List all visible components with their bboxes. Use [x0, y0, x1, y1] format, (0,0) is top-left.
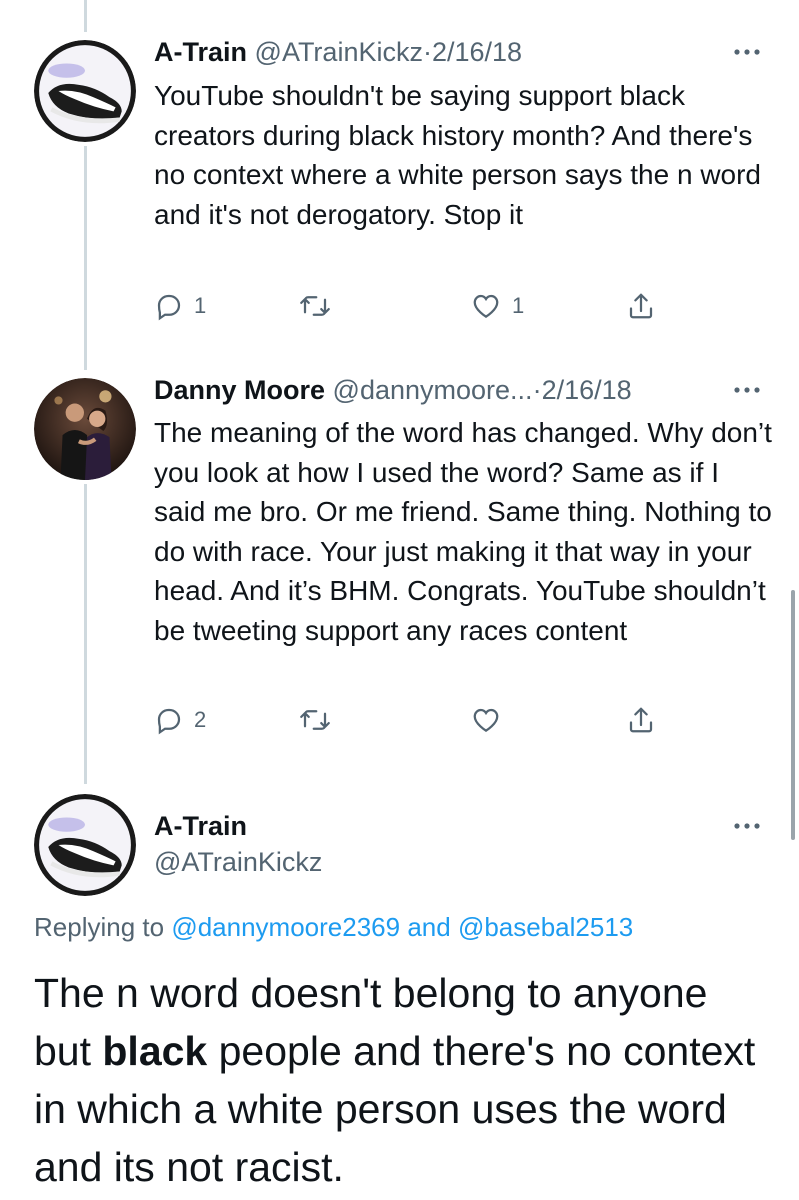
reply-button[interactable]: 2: [154, 700, 206, 740]
focused-name[interactable]: A-Train: [154, 810, 247, 842]
sneaker-icon: [34, 40, 136, 142]
tweet-header: Danny Moore @dannymoore...·2/16/18: [154, 374, 632, 406]
replying-to: Replying to @dannymoore2369 and @basebal…: [34, 912, 633, 943]
like-button[interactable]: 1: [470, 286, 524, 326]
handle[interactable]: @ATrainKickz: [154, 847, 322, 877]
like-icon: [473, 294, 499, 318]
tweet-date[interactable]: 2/16/18: [432, 37, 522, 67]
focused-tweet-text: The n word doesn't belong to anyone but …: [34, 964, 774, 1196]
scrollbar[interactable]: [791, 590, 795, 840]
avatar[interactable]: [34, 378, 136, 480]
separator: ·: [422, 37, 432, 67]
like-count: 1: [512, 293, 525, 318]
more-icon[interactable]: [733, 822, 761, 830]
thread-line-2: [84, 484, 87, 784]
reply-icon: [157, 708, 181, 735]
tweet-date[interactable]: 2/16/18: [542, 375, 632, 405]
like-button[interactable]: [470, 700, 512, 740]
couple-photo-icon: [34, 378, 136, 480]
reply-icon: [157, 294, 181, 321]
reply-button[interactable]: 1: [154, 286, 206, 326]
reply-to-link-1[interactable]: @dannymoore2369: [171, 912, 400, 942]
thread-line-1: [84, 146, 87, 370]
like-icon: [473, 708, 499, 732]
reply-joiner: and: [407, 912, 451, 942]
sneaker-icon: [34, 794, 136, 896]
replying-prefix: Replying to: [34, 912, 165, 942]
more-icon[interactable]: [733, 386, 761, 394]
share-icon: [629, 707, 653, 733]
tweet-actions: 2: [154, 700, 674, 740]
share-button[interactable]: [626, 700, 656, 740]
tweet-text: The meaning of the word has changed. Why…: [154, 417, 772, 646]
reply-to-link-2[interactable]: @basebal2513: [458, 912, 633, 942]
focused-handle-row: @ATrainKickz: [154, 846, 322, 878]
more-icon[interactable]: [733, 48, 761, 56]
share-button[interactable]: [626, 286, 656, 326]
tweet-actions: 1 1: [154, 286, 674, 326]
share-icon: [629, 293, 653, 319]
handle[interactable]: @dannymoore...: [333, 375, 533, 405]
retweet-icon: [300, 296, 330, 316]
avatar[interactable]: [34, 40, 136, 142]
retweet-button[interactable]: [298, 700, 342, 740]
retweet-icon: [300, 710, 330, 730]
reply-count: 1: [194, 293, 207, 318]
tweet-header: A-Train @ATrainKickz·2/16/18: [154, 36, 522, 68]
text-bold: black: [102, 1028, 208, 1074]
display-name[interactable]: A-Train: [154, 811, 247, 841]
display-name[interactable]: A-Train: [154, 37, 247, 67]
reply-count: 2: [194, 707, 207, 732]
separator: ·: [532, 375, 542, 405]
tweet-text: YouTube shouldn't be saying support blac…: [154, 80, 762, 230]
avatar[interactable]: [34, 794, 136, 896]
handle[interactable]: @ATrainKickz: [255, 37, 423, 67]
thread-line-top: [84, 0, 87, 32]
display-name[interactable]: Danny Moore: [154, 375, 325, 405]
retweet-button[interactable]: [298, 286, 342, 326]
